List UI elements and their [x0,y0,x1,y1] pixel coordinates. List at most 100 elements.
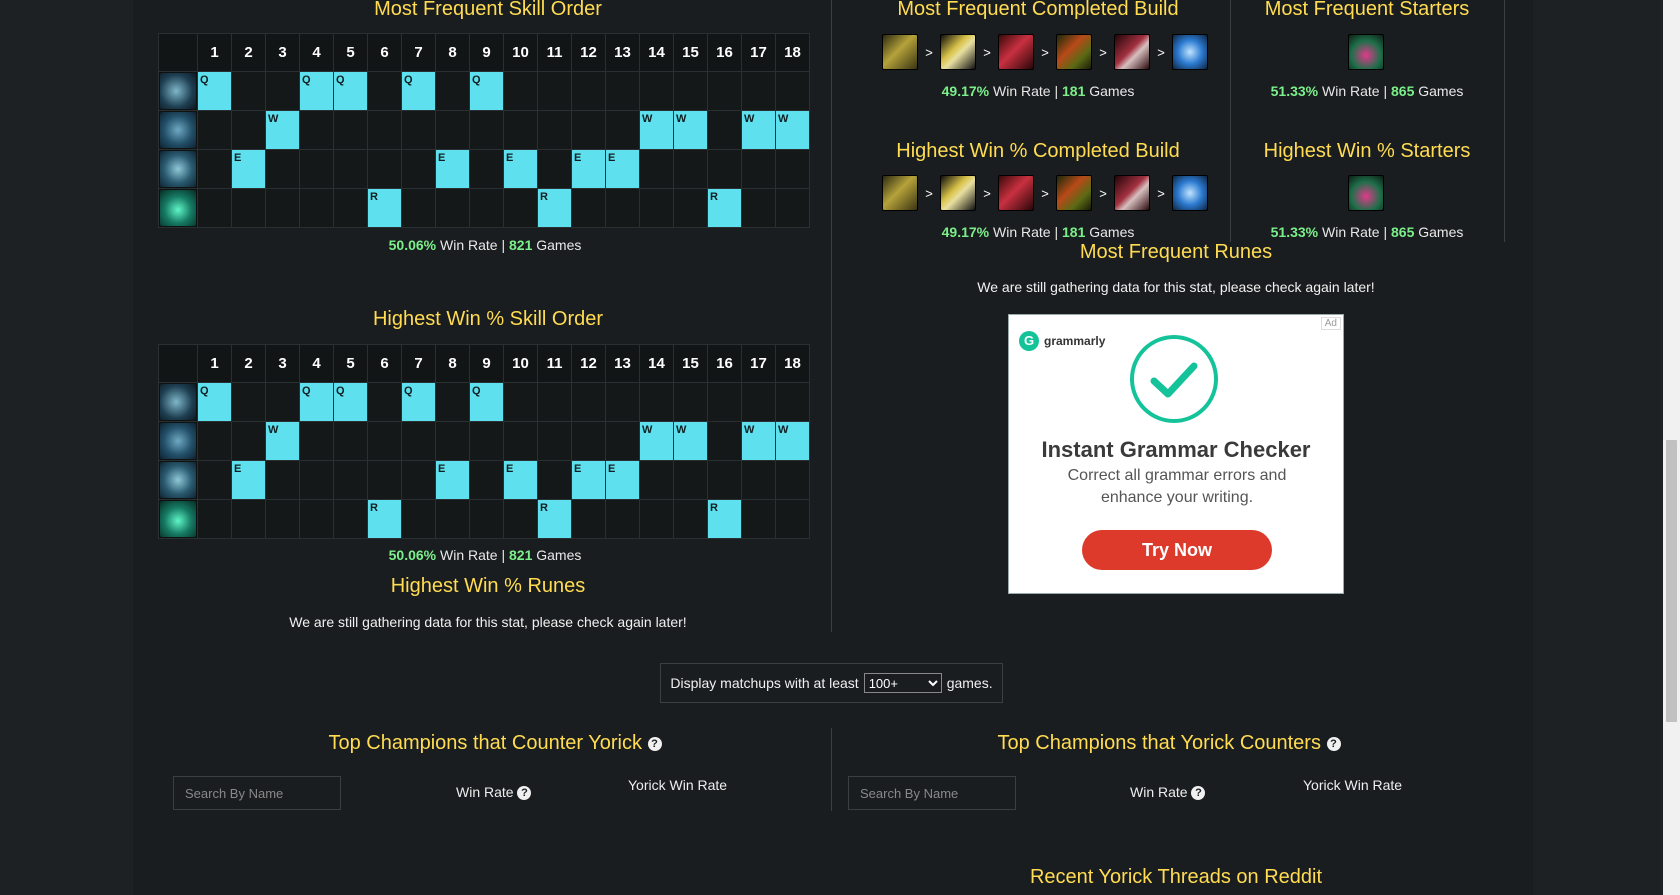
advertisement[interactable]: Ad G grammarly Instant Grammar Checker C… [1008,314,1344,594]
highest-skill-order-stats: 50.06% Win Rate | 821 Games [320,547,650,563]
sterak-icon[interactable] [1056,175,1092,211]
empty-cell [775,149,810,189]
level-header: 3 [265,344,300,383]
sterak-icon[interactable] [1056,34,1092,70]
skill-point-cell: Q [401,382,436,422]
empty-cell [333,499,368,539]
level-header: 12 [571,344,606,383]
trinity-force-icon[interactable] [940,175,976,211]
empty-cell [673,499,708,539]
bramble-vest-icon[interactable] [998,34,1034,70]
empty-cell [537,382,572,422]
matchup-filter-suffix: games. [946,675,993,691]
games-label: Games [536,547,582,563]
level-header: 10 [503,33,538,72]
empty-cell [707,382,742,422]
empty-cell [367,382,402,422]
corrupting-potion-icon[interactable] [1348,34,1384,70]
empty-cell [741,382,776,422]
corrupting-potion-icon[interactable] [1348,175,1384,211]
empty-cell [299,188,334,228]
level-header: 13 [605,344,640,383]
help-icon[interactable]: ? [1326,736,1341,751]
ability-w-icon [160,423,196,459]
ad-cta-button[interactable]: Try Now [1082,530,1272,570]
win-rate-label: Win Rate | [993,83,1059,99]
column-divider [831,0,832,632]
empty-cell [231,499,266,539]
win-rate-label: Win Rate | [440,547,506,563]
empty-cell [537,71,572,111]
level-header: 5 [333,344,368,383]
matchup-min-games-select[interactable]: 100+ [863,673,942,693]
bramble-vest-icon[interactable] [998,175,1034,211]
deaths-dance-icon[interactable] [1114,34,1150,70]
empty-cell [741,149,776,189]
frozen-heart-icon[interactable] [1172,34,1208,70]
checkmark-icon [1130,335,1218,423]
build-arrow: > [983,44,991,60]
help-icon[interactable]: ? [517,786,532,801]
empty-cell [367,71,402,111]
trinity-force-icon[interactable] [940,34,976,70]
level-header: 1 [197,344,232,383]
skill-point-cell: Q [333,382,368,422]
skill-point-cell: E [231,149,266,189]
games-value: 821 [509,547,533,563]
build-arrow: > [925,44,933,60]
deaths-dance-icon[interactable] [1114,175,1150,211]
level-header: 6 [367,33,402,72]
highest-build-title: Highest Win % Completed Build [896,140,1180,162]
skill-point-cell: E [503,460,538,500]
scrollbar-thumb[interactable] [1666,440,1677,722]
ad-body: Correct all grammar errors and enhance y… [1067,467,1287,506]
build-arrow: > [1157,185,1165,201]
empty-cell [605,188,640,228]
win-rate-value: 51.33% [1270,83,1319,99]
ad-headline: Instant Grammar Checker [1041,437,1311,462]
empty-cell [435,188,470,228]
boots-icon[interactable] [882,34,918,70]
skill-point-cell: E [503,149,538,189]
counters-search-input[interactable] [173,776,341,810]
empty-cell [673,382,708,422]
level-header: 8 [435,33,470,72]
countered-search-input[interactable] [848,776,1016,810]
skill-point-cell: W [775,421,810,461]
skill-point-cell: E [435,460,470,500]
skill-point-cell: R [707,188,742,228]
empty-cell [639,188,674,228]
skill-point-cell: Q [299,71,334,111]
skill-point-cell: W [741,421,776,461]
skill-point-cell: Q [197,382,232,422]
page-scrollbar[interactable] [1663,0,1680,895]
countered-win-rate-header[interactable]: Win Rate ? [1130,784,1206,801]
skill-point-cell: R [367,499,402,539]
skill-row-q: QQQQQ [158,71,810,111]
win-rate-label: Win Rate | [993,224,1059,240]
skill-point-cell: E [231,460,266,500]
help-icon[interactable]: ? [647,736,662,751]
empty-cell [469,421,504,461]
empty-cell [333,149,368,189]
empty-cell [299,499,334,539]
empty-cell [197,110,232,150]
boots-icon[interactable] [882,175,918,211]
skill-point-cell: R [707,499,742,539]
empty-cell [265,71,300,111]
empty-cell [503,382,538,422]
counters-yorick-win-rate-header[interactable]: Yorick Win Rate [628,777,727,793]
level-header: 3 [265,33,300,72]
ability-cell [158,71,198,111]
ability-q-icon [160,73,196,109]
empty-cell [333,421,368,461]
empty-cell [435,71,470,111]
help-icon[interactable]: ? [1191,786,1206,801]
skill-point-cell: W [265,110,300,150]
frozen-heart-icon[interactable] [1172,175,1208,211]
countered-yorick-win-rate-header[interactable]: Yorick Win Rate [1303,777,1402,793]
counters-win-rate-header[interactable]: Win Rate ? [456,784,532,801]
skill-point-cell: E [435,149,470,189]
ad-badge[interactable]: Ad [1320,317,1341,330]
empty-cell [469,499,504,539]
